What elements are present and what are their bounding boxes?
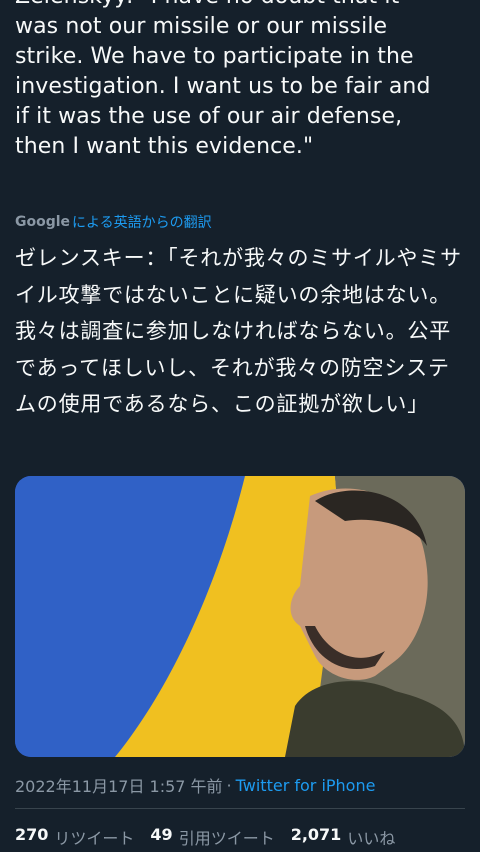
source-link[interactable]: Twitter for iPhone <box>236 776 376 795</box>
translation-label[interactable]: による英語からの翻訳 <box>72 212 212 232</box>
photo-zelenskyy-with-flag <box>15 476 465 757</box>
google-logo: Google <box>15 214 71 230</box>
tweet-meta: 2022年11月17日 1:57 午前 · Twitter for iPhone <box>15 773 375 797</box>
tweet-stats: 270 リツイート 49 引用ツイート 2,071 いいね <box>15 825 411 849</box>
quote-tweets-stat[interactable]: 49 引用ツイート <box>150 825 274 849</box>
translated-text: ゼレンスキー：「それが我々のミサイルやミサイル攻撃ではないことに疑いの余地はない… <box>15 246 462 416</box>
timestamp[interactable]: 2022年11月17日 1:57 午前 <box>15 773 223 797</box>
retweets-stat[interactable]: 270 リツイート <box>15 825 134 849</box>
meta-separator: · <box>226 775 232 795</box>
divider <box>15 808 465 809</box>
tweet-image[interactable] <box>15 476 465 757</box>
tweet-text: Zelenskyy: "I have no doubt that it was … <box>15 0 431 159</box>
translation-attribution[interactable]: Google による英語からの翻訳 <box>15 211 212 233</box>
likes-stat[interactable]: 2,071 いいね <box>291 825 396 849</box>
